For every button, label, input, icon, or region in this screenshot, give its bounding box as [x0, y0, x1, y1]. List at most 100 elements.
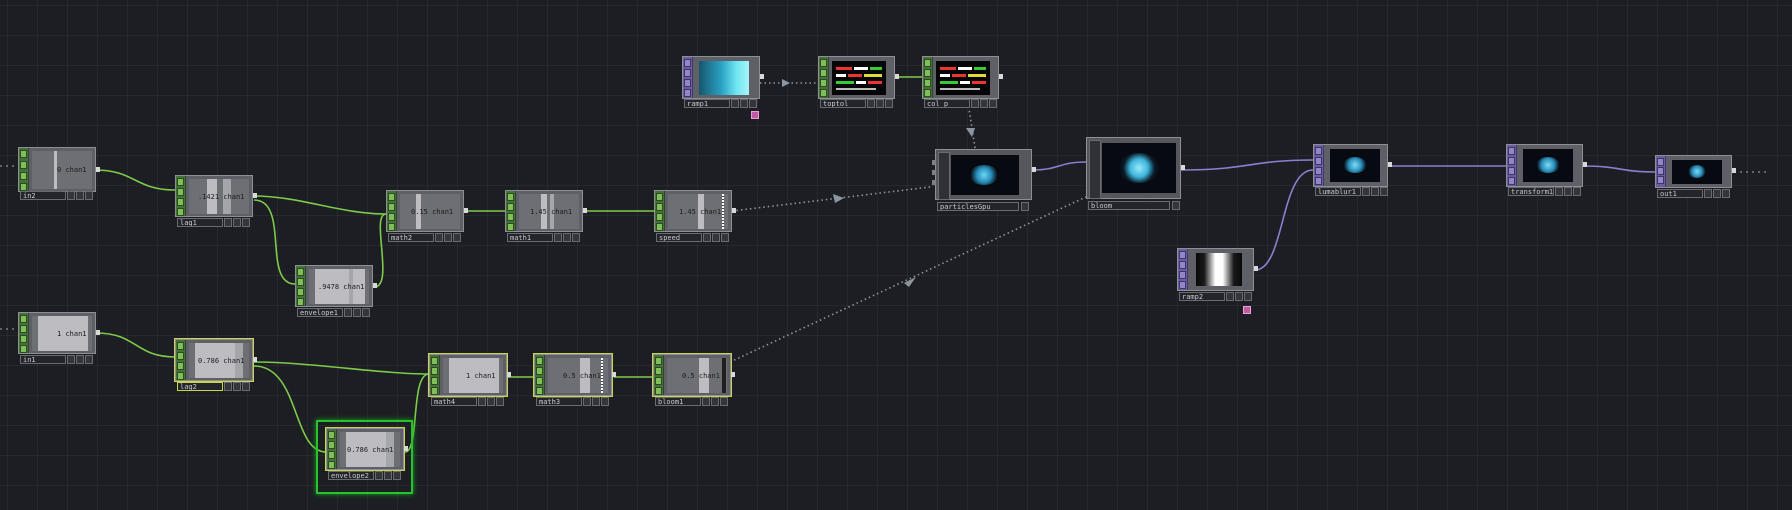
bypass-icon[interactable]	[20, 150, 27, 158]
cook-flag-icon[interactable]	[375, 471, 383, 480]
cook-flag-icon[interactable]	[971, 99, 979, 108]
node-label[interactable]: speed	[656, 233, 702, 242]
node-math2[interactable]: 0.15 chan1 math2	[386, 190, 476, 246]
viewer-active-icon[interactable]	[1244, 292, 1252, 301]
wire-transform1-out1[interactable]	[1582, 165, 1656, 173]
node-label[interactable]: math3	[536, 397, 582, 406]
export-bloom1-bloom[interactable]	[729, 195, 1089, 363]
wire-lag2-math4[interactable]	[253, 361, 430, 375]
node-math4[interactable]: 1 chan1 math4	[428, 353, 519, 410]
lock-icon[interactable]	[431, 367, 438, 375]
display-flag-icon[interactable]	[740, 99, 748, 108]
display-flag-icon[interactable]	[487, 397, 495, 406]
viewer-active-icon[interactable]	[989, 99, 997, 108]
output-connector[interactable]	[253, 357, 257, 362]
bypass-icon[interactable]	[1657, 158, 1664, 166]
node-label[interactable]: math2	[388, 233, 434, 242]
output-connector[interactable]	[404, 446, 408, 451]
bypass-icon[interactable]	[20, 315, 27, 323]
viewer-active-icon[interactable]	[1508, 177, 1515, 185]
display-flag-icon[interactable]	[1315, 167, 1322, 175]
cook-flag-icon[interactable]	[1704, 189, 1712, 198]
display-flag-icon[interactable]	[233, 382, 241, 391]
viewer-active-icon[interactable]	[177, 208, 184, 216]
viewer-active-icon[interactable]	[1021, 202, 1029, 211]
node-toptol[interactable]: toptol	[818, 56, 900, 114]
node-ramp2[interactable]: ramp2	[1177, 248, 1259, 318]
display-flag-icon[interactable]	[1235, 292, 1243, 301]
viewer-active-icon[interactable]	[1179, 281, 1186, 289]
output-connector[interactable]	[373, 283, 377, 288]
cook-flag-icon[interactable]	[67, 355, 75, 364]
node-math1[interactable]: 1.45 chan1 math1	[505, 190, 595, 246]
viewer-active-icon[interactable]	[1172, 201, 1180, 210]
display-flag-icon[interactable]	[980, 99, 988, 108]
output-connector[interactable]	[583, 208, 587, 213]
bypass-icon[interactable]	[924, 59, 931, 67]
output-connector[interactable]	[612, 372, 616, 377]
bypass-icon[interactable]	[177, 178, 184, 186]
display-flag-icon[interactable]	[1371, 187, 1379, 196]
viewer-active-icon[interactable]	[720, 397, 728, 406]
viewer-active-icon[interactable]	[431, 387, 438, 395]
cook-flag-icon[interactable]	[344, 308, 352, 317]
viewer-active-icon[interactable]	[85, 191, 93, 200]
node-in2[interactable]: 0 chan1 in2	[18, 147, 108, 203]
display-flag-icon[interactable]	[388, 213, 395, 221]
output-connector[interactable]	[507, 372, 511, 377]
bypass-icon[interactable]	[684, 59, 691, 67]
node-label[interactable]: math4	[431, 397, 477, 406]
node-lag1[interactable]: .1421 chan1 lag1	[175, 175, 265, 231]
output-connector[interactable]	[999, 74, 1003, 79]
bypass-icon[interactable]	[177, 342, 184, 350]
viewer-active-icon[interactable]	[655, 387, 662, 395]
viewer-active-icon[interactable]	[388, 223, 395, 231]
display-flag-icon[interactable]	[233, 218, 241, 227]
display-flag-icon[interactable]	[711, 397, 719, 406]
cook-flag-icon[interactable]	[867, 99, 875, 108]
node-envelope1[interactable]: .9478 chan1 envelope1	[295, 265, 385, 321]
node-math3[interactable]: 0.5 chan1 math3	[533, 353, 624, 410]
lock-icon[interactable]	[177, 352, 184, 360]
output-connector[interactable]	[731, 372, 735, 377]
display-flag-icon[interactable]	[1179, 271, 1186, 279]
comment-pin-icon[interactable]	[751, 111, 759, 119]
output-connector[interactable]	[1254, 266, 1258, 271]
viewer-active-icon[interactable]	[496, 397, 504, 406]
viewer-active-icon[interactable]	[924, 89, 931, 97]
node-label[interactable]: lag1	[177, 218, 223, 227]
display-flag-icon[interactable]	[20, 335, 27, 343]
display-flag-icon[interactable]	[1713, 189, 1721, 198]
node-label[interactable]: ramp2	[1179, 292, 1225, 301]
cook-flag-icon[interactable]	[1226, 292, 1234, 301]
wire-bloom-lumablur1[interactable]	[1179, 159, 1314, 171]
node-ramp1[interactable]: ramp1	[682, 56, 764, 119]
lock-icon[interactable]	[684, 69, 691, 77]
display-flag-icon[interactable]	[1508, 167, 1515, 175]
bypass-icon[interactable]	[1315, 147, 1322, 155]
node-envelope2[interactable]: 0.786 chan1 envelope2	[325, 427, 416, 484]
display-flag-icon[interactable]	[444, 233, 452, 242]
node-label[interactable]: math1	[507, 233, 553, 242]
viewer-active-icon[interactable]	[328, 461, 335, 469]
node-label[interactable]: bloom1	[655, 397, 701, 406]
viewer-active-icon[interactable]	[177, 372, 184, 380]
lock-icon[interactable]	[1508, 157, 1515, 165]
viewer-active-icon[interactable]	[242, 218, 250, 227]
bypass-icon[interactable]	[507, 193, 514, 201]
display-flag-icon[interactable]	[384, 471, 392, 480]
node-speed[interactable]: 1.45 chan1 speed	[654, 190, 744, 246]
output-connector[interactable]	[1181, 165, 1185, 170]
viewer-active-icon[interactable]	[453, 233, 461, 242]
wire-lag1-math2[interactable]	[253, 195, 387, 215]
bypass-icon[interactable]	[1508, 147, 1515, 155]
viewer-active-icon[interactable]	[297, 298, 304, 306]
node-in1[interactable]: 1 chan1 in1	[18, 312, 108, 368]
output-connector[interactable]	[1032, 167, 1036, 172]
lock-icon[interactable]	[20, 161, 27, 169]
lock-icon[interactable]	[1179, 261, 1186, 269]
lock-icon[interactable]	[656, 203, 663, 211]
viewer-active-icon[interactable]	[536, 387, 543, 395]
node-label[interactable]: transform1	[1508, 187, 1554, 196]
bypass-icon[interactable]	[431, 357, 438, 365]
